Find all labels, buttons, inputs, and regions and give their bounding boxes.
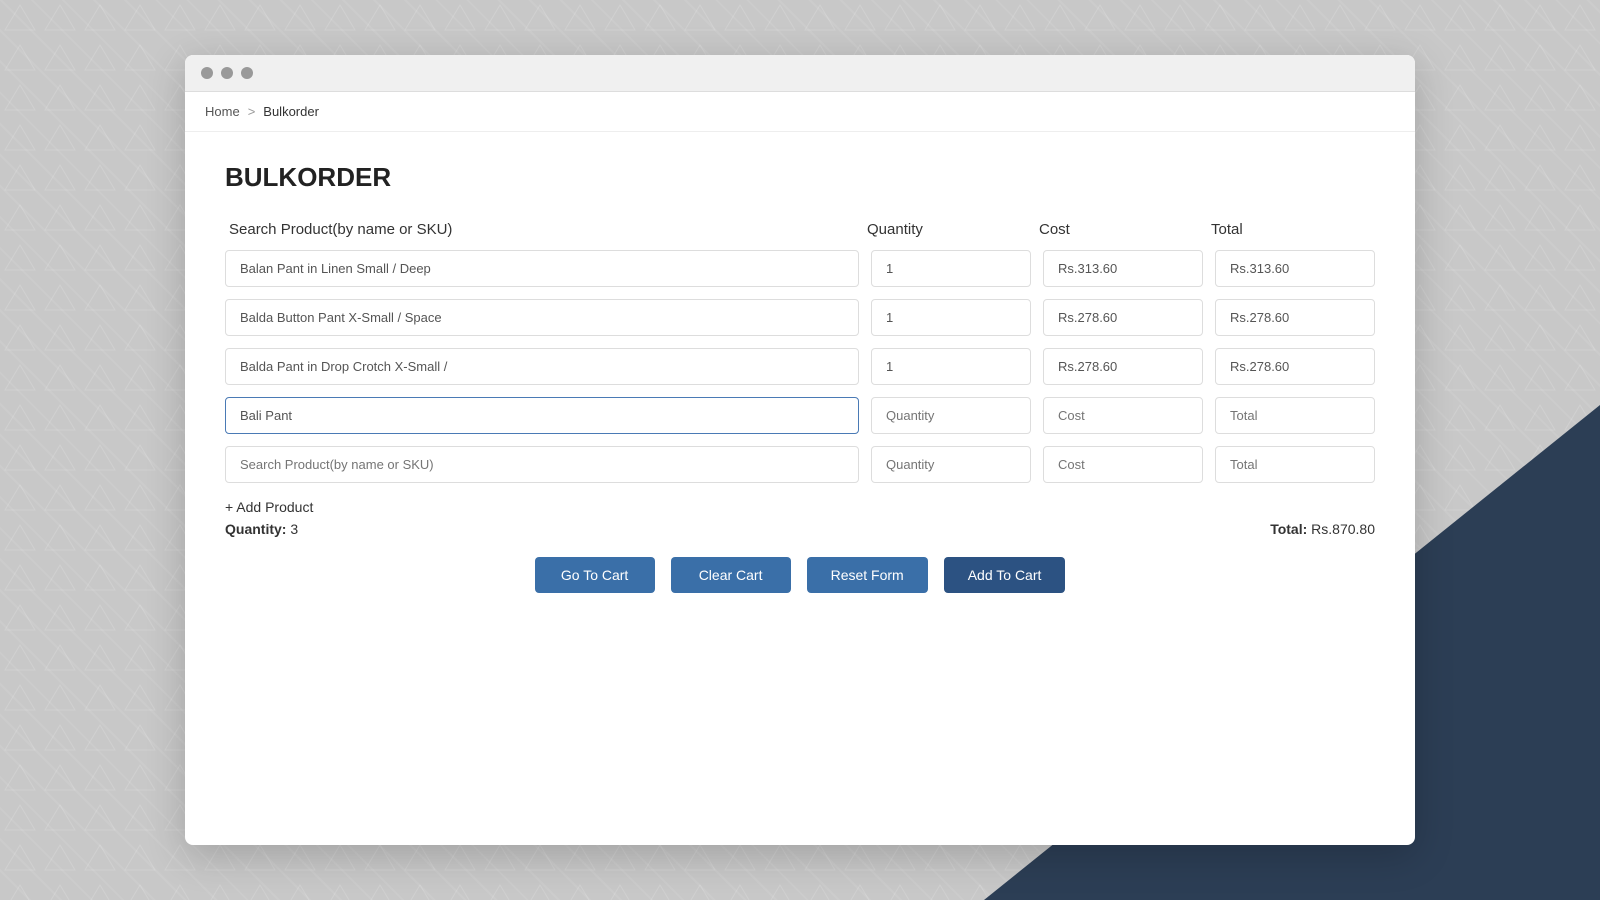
table-row bbox=[225, 446, 1375, 483]
breadcrumb: Home > Bulkorder bbox=[185, 92, 1415, 132]
page-title: BULKORDER bbox=[225, 162, 1375, 193]
header-quantity: Quantity bbox=[867, 221, 1027, 238]
total-input-4[interactable] bbox=[1215, 397, 1375, 434]
main-content: BULKORDER Search Product(by name or SKU)… bbox=[185, 132, 1415, 845]
cost-input-1[interactable] bbox=[1043, 250, 1203, 287]
product-input-3[interactable] bbox=[225, 348, 859, 385]
summary-row: Quantity: 3 Total: Rs.870.80 bbox=[225, 521, 1375, 537]
header-product: Search Product(by name or SKU) bbox=[229, 221, 855, 238]
quantity-input-1[interactable] bbox=[871, 250, 1031, 287]
cost-input-3[interactable] bbox=[1043, 348, 1203, 385]
header-cost: Cost bbox=[1039, 221, 1199, 238]
quantity-value: 3 bbox=[290, 521, 298, 537]
add-product-link[interactable]: + Add Product bbox=[225, 499, 313, 515]
total-input-1[interactable] bbox=[1215, 250, 1375, 287]
product-input-4[interactable] bbox=[225, 397, 859, 434]
total-label: Total: bbox=[1270, 521, 1307, 537]
cost-input-2[interactable] bbox=[1043, 299, 1203, 336]
breadcrumb-current: Bulkorder bbox=[263, 104, 319, 119]
total-summary: Total: Rs.870.80 bbox=[1270, 521, 1375, 537]
add-to-cart-button[interactable]: Add To Cart bbox=[944, 557, 1066, 593]
table-row bbox=[225, 299, 1375, 336]
breadcrumb-separator: > bbox=[248, 104, 256, 119]
header-total: Total bbox=[1211, 221, 1371, 238]
footer-area: + Add Product Quantity: 3 Total: Rs.870.… bbox=[225, 499, 1375, 593]
go-to-cart-button[interactable]: Go To Cart bbox=[535, 557, 655, 593]
table-row bbox=[225, 250, 1375, 287]
quantity-input-3[interactable] bbox=[871, 348, 1031, 385]
window-dot-3 bbox=[241, 67, 253, 79]
cost-input-5[interactable] bbox=[1043, 446, 1203, 483]
button-row: Go To Cart Clear Cart Reset Form Add To … bbox=[225, 557, 1375, 593]
quantity-input-5[interactable] bbox=[871, 446, 1031, 483]
quantity-summary: Quantity: 3 bbox=[225, 521, 298, 537]
cost-input-4[interactable] bbox=[1043, 397, 1203, 434]
quantity-label: Quantity: bbox=[225, 521, 286, 537]
total-input-3[interactable] bbox=[1215, 348, 1375, 385]
breadcrumb-home[interactable]: Home bbox=[205, 104, 240, 119]
window-dot-2 bbox=[221, 67, 233, 79]
total-input-2[interactable] bbox=[1215, 299, 1375, 336]
total-input-5[interactable] bbox=[1215, 446, 1375, 483]
table-row bbox=[225, 348, 1375, 385]
table-header: Search Product(by name or SKU) Quantity … bbox=[225, 221, 1375, 238]
product-input-5[interactable] bbox=[225, 446, 859, 483]
browser-window: Home > Bulkorder BULKORDER Search Produc… bbox=[185, 55, 1415, 845]
browser-chrome bbox=[185, 55, 1415, 92]
total-value: Rs.870.80 bbox=[1311, 521, 1375, 537]
window-dot-1 bbox=[201, 67, 213, 79]
reset-form-button[interactable]: Reset Form bbox=[807, 557, 928, 593]
product-input-1[interactable] bbox=[225, 250, 859, 287]
quantity-input-2[interactable] bbox=[871, 299, 1031, 336]
product-input-2[interactable] bbox=[225, 299, 859, 336]
quantity-input-4[interactable] bbox=[871, 397, 1031, 434]
clear-cart-button[interactable]: Clear Cart bbox=[671, 557, 791, 593]
table-row bbox=[225, 397, 1375, 434]
